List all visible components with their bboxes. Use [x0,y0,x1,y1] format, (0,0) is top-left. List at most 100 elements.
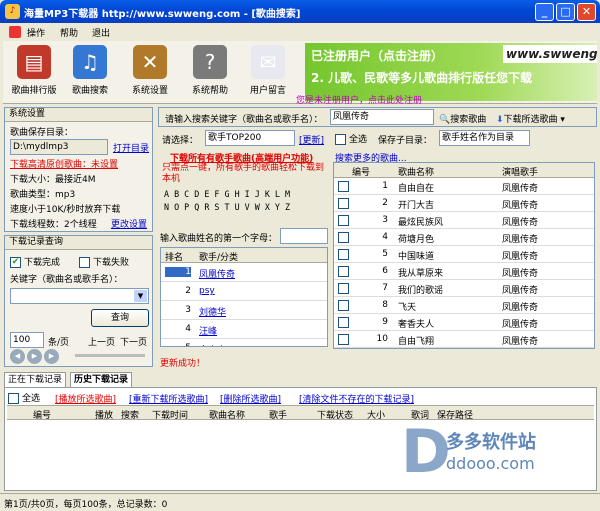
song-row[interactable]: 7 我们的歌谣 凤凰传奇 [334,280,594,297]
col-title: 歌曲名称 [398,168,435,178]
song-row[interactable]: 6 我从草原来 凤凰传奇 [334,263,594,280]
history-select-all[interactable]: 全选 [8,391,40,404]
toolbar-label: 系统设置 [131,86,168,96]
delete-selected-link[interactable]: [删除所选歌曲] [220,392,281,405]
volume-slider[interactable] [75,354,145,357]
song-row[interactable]: 4 荷塘月色 凤凰传奇 [334,229,594,246]
threads-label: 下载线程数：2个线程 [10,220,97,230]
previous-track-icon[interactable]: ◀ [10,349,25,364]
singer-row[interactable]: 1 凤凰传奇 [161,263,327,282]
song-no: 3 [382,215,388,225]
play-icon[interactable]: ▶ [27,349,42,364]
clear-missing-link[interactable]: [清除文件不存在的下载记录] [299,392,414,405]
menu-help[interactable]: 帮助 [60,26,78,39]
dropdown-arrow-icon[interactable]: ▼ [134,290,147,302]
toolbar-button-4[interactable]: ✉ 用户留言 [240,43,296,101]
history-col: 编号 [33,411,52,421]
song-row[interactable]: 2 开门大吉 凤凰传奇 [334,195,594,212]
checkbox-icon[interactable] [338,181,349,192]
next-page-link[interactable]: 下一页 [120,335,147,348]
save-subdir-select[interactable]: 歌手姓名作为目录 [439,130,530,146]
prev-page-link[interactable]: 上一页 [88,335,115,348]
maximize-button[interactable]: □ [556,3,575,21]
song-title: 最炫民族风 [398,218,444,228]
filter-failed[interactable]: 下载失败 [79,255,129,268]
redownload-link[interactable]: [重新下载所选歌曲] [129,392,208,405]
toolbar-button-2[interactable]: ✕ 系统设置 [122,43,178,101]
close-button[interactable]: ✕ [577,3,596,21]
singer-name-link[interactable]: 金志文 [199,343,226,346]
song-no: 6 [382,266,388,276]
song-artist: 凤凰传奇 [502,252,539,262]
alphabet-row2[interactable]: N O P Q R S T U V W X Y Z [164,202,290,212]
first-letter-input[interactable] [280,228,328,244]
toolbar-button-3[interactable]: ? 系统帮助 [182,43,238,101]
watermark-url: ddooo.com [446,454,535,473]
tab-history[interactable]: 历史下载记录 [70,372,133,387]
search-button[interactable]: 🔍搜索歌曲 [439,112,486,125]
checkbox-icon[interactable] [338,198,349,209]
checkbox-icon[interactable] [338,300,349,311]
checkbox-icon[interactable] [338,232,349,243]
checkbox-icon[interactable] [338,266,349,277]
checkbox-icon[interactable] [8,393,19,404]
checkbox-icon[interactable] [338,317,349,328]
song-title: 中国味道 [398,252,435,262]
checkbox-checked-icon[interactable]: ✔ [10,257,21,268]
song-row[interactable]: 1 自由自在 凤凰传奇 [334,178,594,195]
status-bar-text: 第1页/共0页，每页100条，总记录数：0 [4,500,168,510]
singer-row[interactable]: 2 psy [161,282,327,301]
singer-row[interactable]: 3 刘德华 [161,301,327,320]
song-row[interactable]: 10 自由飞翔 凤凰传奇 [334,331,594,348]
history-select-all-label: 全选 [22,394,41,404]
banner-line1: 已注册用户（点击注册） [311,49,444,63]
singer-name-link[interactable]: 汪峰 [199,324,217,337]
song-row[interactable]: 5 中国味道 凤凰传奇 [334,246,594,263]
checkbox-icon[interactable] [79,257,90,268]
song-title: 我从草原来 [398,269,444,279]
checkbox-icon[interactable] [338,249,349,260]
history-col: 大小 [367,411,386,421]
toolbar-button-0[interactable]: ▤ 歌曲排行版 [6,43,62,101]
filter-done[interactable]: ✔ 下载完成 [10,255,60,268]
checkbox-icon[interactable] [335,134,346,145]
song-row[interactable]: 9 奢香夫人 凤凰传奇 [334,314,594,331]
singer-row[interactable]: 4 汪峰 [161,320,327,339]
menu-exit[interactable]: 退出 [92,26,110,39]
singer-row[interactable]: 5 金志文 [161,339,327,346]
alphabet-row1[interactable]: A B C D E F G H I J K L M [164,189,290,199]
checkbox-icon[interactable] [338,334,349,345]
save-subdir-label: 保存子目录： [378,136,433,146]
open-dir-link[interactable]: 打开目录 [113,141,149,154]
app-icon: ♪ [5,4,20,19]
checkbox-icon[interactable] [338,215,349,226]
keyword-label: 关键字（歌曲名或歌手名）： [10,275,123,285]
change-settings-link[interactable]: 更改设置 [111,217,147,230]
query-button[interactable]: 查询 [91,309,149,327]
select-all-songs[interactable]: 全选 [335,132,367,145]
singer-name-link[interactable]: psy [199,286,215,296]
toolbar-label: 歌曲搜索 [71,86,108,96]
hq-download-link[interactable]: 下载高清原创歌曲：未设置 [10,157,118,170]
note-icon: ✉ [251,45,285,79]
song-row[interactable]: 3 最炫民族风 凤凰传奇 [334,212,594,229]
keyword-combo[interactable]: ▼ [10,288,149,304]
download-selected-button[interactable]: ⬇下载所选歌曲 ▾ [496,112,565,125]
update-link[interactable]: [更新] [299,133,324,146]
singer-name-link[interactable]: 凤凰传奇 [199,267,235,280]
search-icon: 🔍 [439,115,451,125]
singer-name-link[interactable]: 刘德华 [199,305,226,318]
next-track-icon[interactable]: ▶ [44,349,59,364]
register-notice[interactable]: 您是未注册用户，点击此处注册 [296,93,422,106]
checkbox-icon[interactable] [338,283,349,294]
tab-downloading[interactable]: 正在下载记录 [4,372,67,387]
play-selected-link[interactable]: [播放所选歌曲] [55,392,116,405]
page-size-spinner[interactable]: 100 [10,332,44,348]
search-input[interactable]: 凤凰传奇 [330,109,434,125]
song-row[interactable]: 8 飞天 凤凰传奇 [334,297,594,314]
song-artist: 凤凰传奇 [502,184,539,194]
minimize-button[interactable]: _ [535,3,554,21]
menu-operation[interactable]: 操作 [27,26,45,39]
category-select[interactable]: 歌手TOP200 [205,130,295,146]
toolbar-button-1[interactable]: ♫ 歌曲搜索 [62,43,118,101]
